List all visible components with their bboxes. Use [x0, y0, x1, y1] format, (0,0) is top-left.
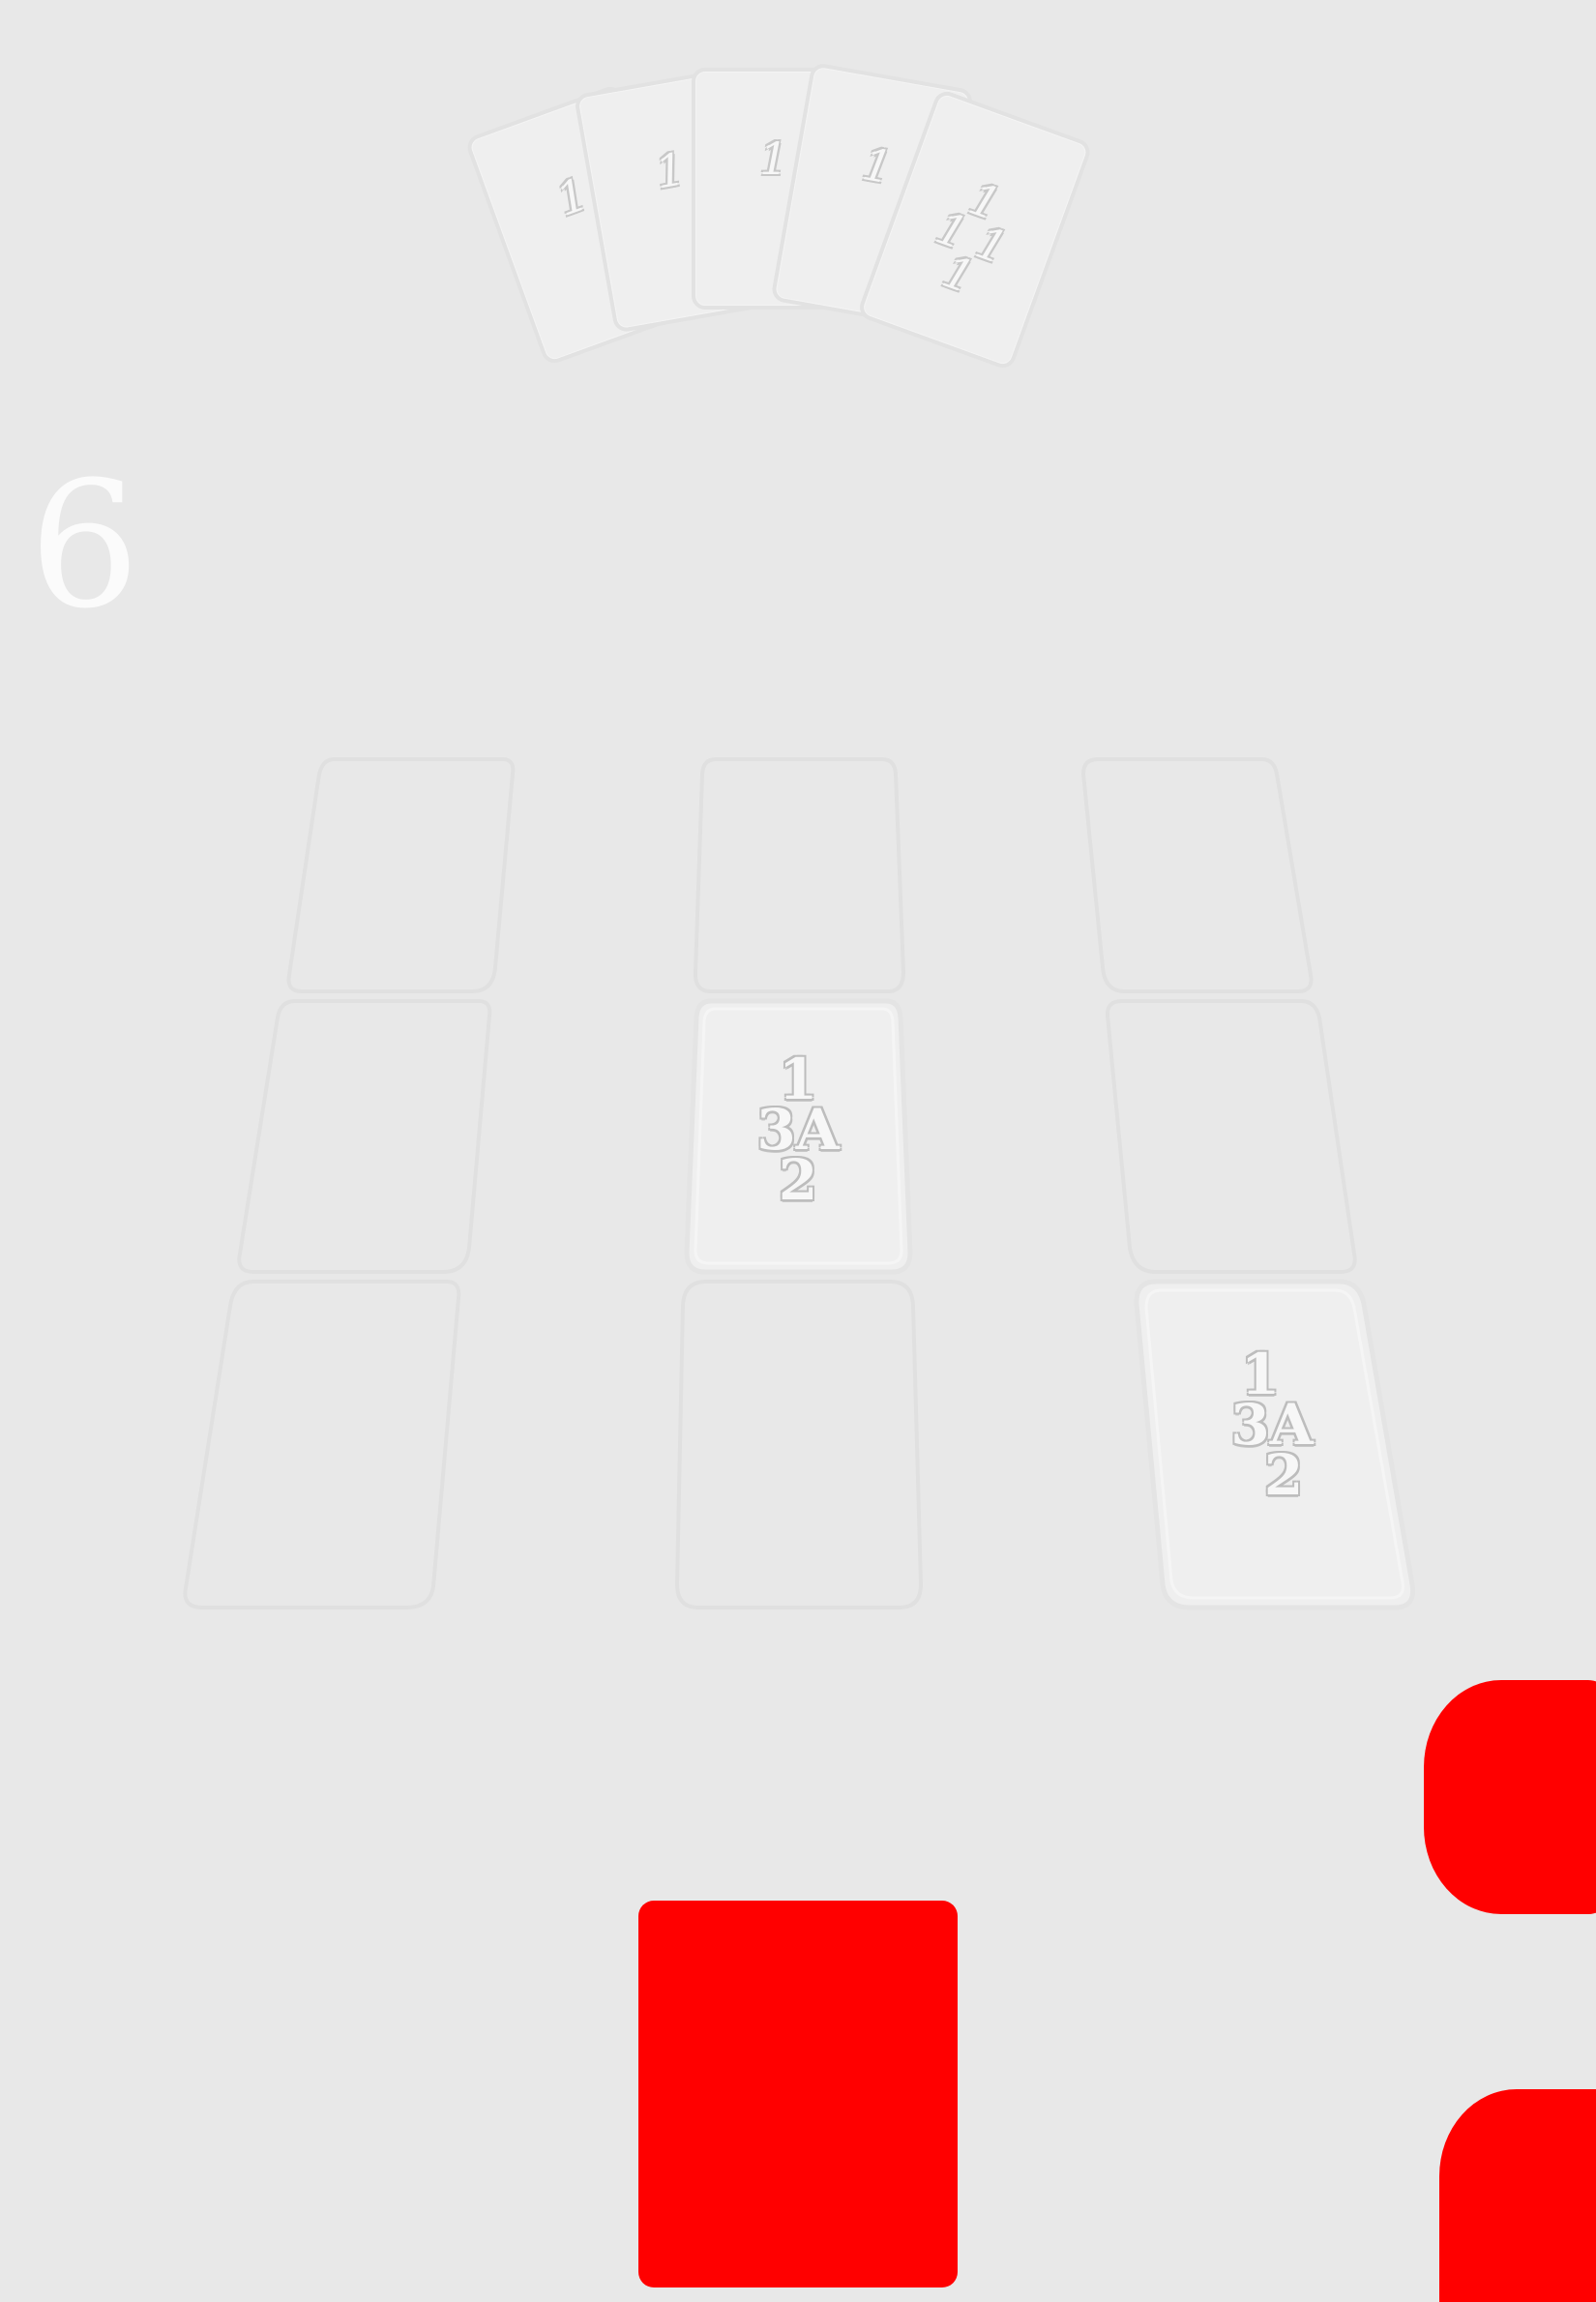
- draw-deck[interactable]: [638, 1901, 958, 2287]
- board-slot-r1c1[interactable]: [286, 757, 516, 993]
- board-slot-r3c1[interactable]: [183, 1280, 461, 1609]
- action-button-bottom[interactable]: [1439, 2089, 1596, 2302]
- board-card-center-label: 1 3A 2: [735, 1051, 861, 1213]
- board-slot-r1c3[interactable]: [1080, 757, 1314, 993]
- board-slot-r2c3[interactable]: [1105, 999, 1357, 1274]
- card-value-bottom: 2: [778, 1147, 818, 1213]
- board-slot-r1c2[interactable]: [693, 757, 906, 993]
- board-slot-r3c2[interactable]: [674, 1280, 924, 1609]
- card-value-bottom: 2: [1263, 1442, 1304, 1508]
- action-button-top[interactable]: [1424, 1680, 1596, 1914]
- board-card-right-label: 1 3A 2: [1209, 1346, 1335, 1503]
- card-value-top: 1: [1240, 1342, 1281, 1407]
- board-slot-r2c1[interactable]: [237, 999, 492, 1274]
